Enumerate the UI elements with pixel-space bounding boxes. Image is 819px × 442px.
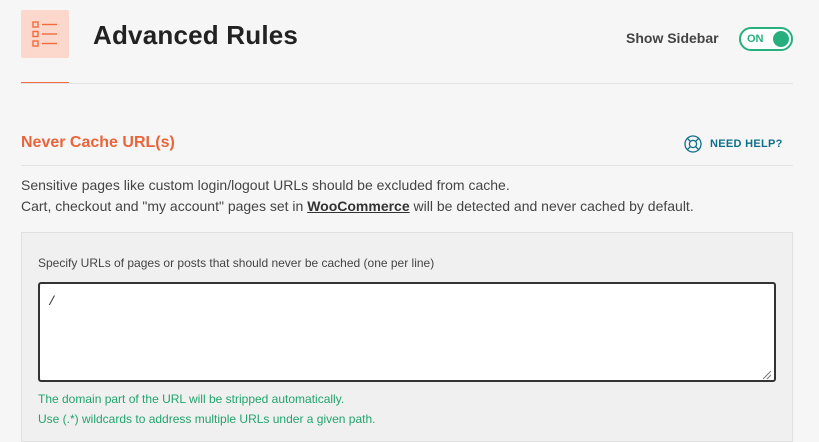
need-help-label: NEED HELP? (710, 138, 783, 150)
urls-hint-line2: Use (.*) wildcards to address multiple U… (38, 412, 376, 426)
section-divider (21, 165, 793, 166)
toggle-state-text: ON (747, 33, 764, 45)
show-sidebar-label: Show Sidebar (626, 30, 719, 46)
section-title: Never Cache URL(s) (21, 134, 175, 151)
urls-field-label: Specify URLs of pages or posts that shou… (38, 256, 435, 270)
section-description-line1: Sensitive pages like custom login/logout… (21, 177, 510, 193)
show-sidebar-toggle[interactable]: ON (739, 27, 793, 51)
description-line2-prefix: Cart, checkout and "my account" pages se… (21, 198, 308, 214)
textarea-resize-handle[interactable] (761, 367, 772, 380)
need-help-link[interactable]: NEED HELP? (684, 135, 783, 153)
page-title: Advanced Rules (93, 20, 299, 50)
urls-hint-line1: The domain part of the URL will be strip… (38, 392, 345, 406)
header-divider (21, 83, 793, 84)
woocommerce-link[interactable]: WooCommerce (307, 198, 409, 214)
rules-list-icon (21, 10, 69, 58)
never-cache-urls-textarea[interactable]: / (38, 282, 776, 382)
lifebuoy-icon (684, 135, 702, 153)
page-header: Advanced Rules Show Sidebar ON (0, 0, 819, 84)
description-line2-suffix: will be detected and never cached by def… (409, 198, 694, 214)
toggle-knob (773, 31, 789, 47)
section-description-line2: Cart, checkout and "my account" pages se… (21, 198, 694, 214)
